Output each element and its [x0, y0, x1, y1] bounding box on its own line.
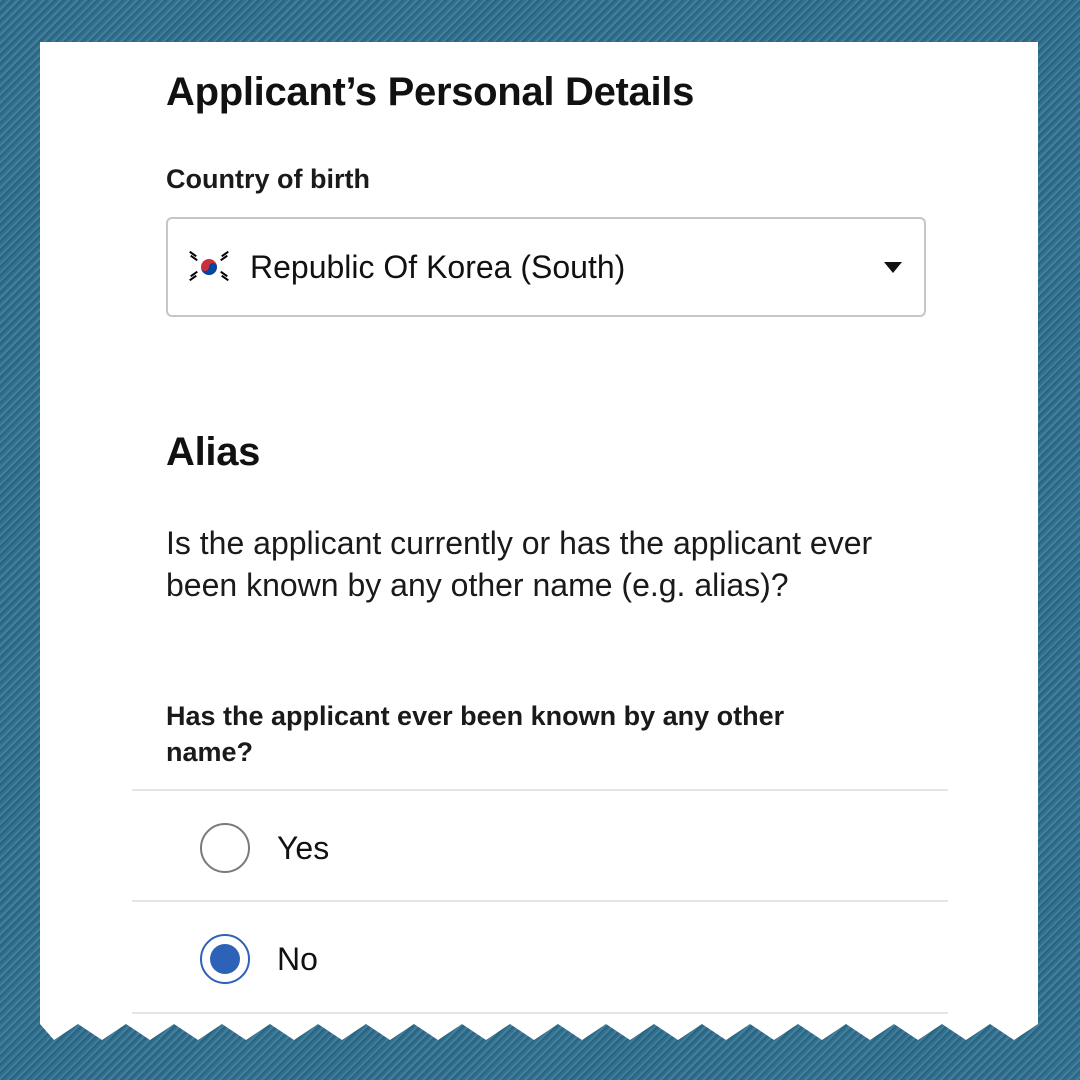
divider: [132, 900, 948, 902]
radio-unchecked-icon[interactable]: [200, 823, 250, 873]
divider: [132, 789, 948, 791]
dropdown-caret-icon: [884, 261, 902, 273]
country-of-birth-select[interactable]: Republic Of Korea (South): [166, 217, 926, 317]
alias-question: Is the applicant currently or has the ap…: [166, 525, 873, 603]
radio-option-no[interactable]: No: [200, 929, 318, 989]
country-of-birth-label: Country of birth: [166, 164, 370, 194]
alias-heading: Alias: [166, 430, 261, 474]
form-card: Applicant’s Personal Details Country of …: [40, 42, 1038, 1040]
radio-label-yes: Yes: [277, 829, 330, 866]
country-of-birth-value: Republic Of Korea (South): [250, 248, 626, 285]
radio-option-yes[interactable]: Yes: [200, 818, 329, 878]
radio-checked-icon[interactable]: [200, 934, 250, 984]
divider: [132, 1012, 948, 1014]
radio-label-no: No: [277, 940, 318, 977]
south-korea-flag-icon: [186, 249, 232, 285]
other-name-question: Has the applicant ever been known by any…: [166, 701, 785, 767]
personal-details-heading: Applicant’s Personal Details: [166, 70, 695, 114]
